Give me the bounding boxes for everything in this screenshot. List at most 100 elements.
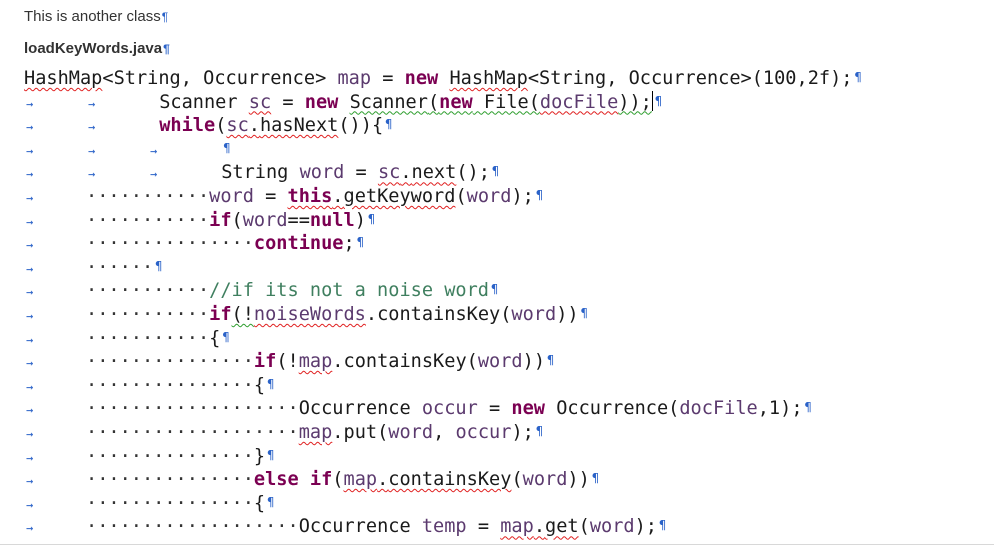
code-token: containsKey (343, 351, 467, 373)
code-token: (! (276, 351, 299, 373)
code-line: → ···············{¶ (24, 373, 862, 397)
pilcrow-mark: ¶ (804, 400, 812, 415)
code-token: map (500, 516, 534, 538)
code-line: → ···················map.put(word, occur)… (24, 420, 862, 444)
pilcrow-mark: ¶ (356, 235, 364, 250)
code-token: ( (427, 91, 440, 113)
code-token: <String, Occurrence> (102, 68, 338, 89)
text-cursor (651, 90, 653, 111)
code-line: → ···················Occurrence temp = ma… (24, 514, 862, 538)
code-token: . (365, 303, 378, 325)
code-token: map (337, 68, 372, 89)
code-token: word (388, 421, 434, 443)
code-token: while (159, 115, 216, 137)
code-token: HashMap (449, 68, 528, 89)
code-line: → ···········if(!noiseWords.containsKey(w… (24, 302, 862, 326)
code-token: } (253, 445, 266, 467)
code-token: . (377, 469, 389, 491)
space-marks: ··········· (86, 303, 210, 325)
space-marks: ··················· (86, 516, 299, 538)
space-marks: ··········· (86, 185, 210, 207)
code-token: put (343, 421, 378, 443)
code-line: → → while(sc.hasNext()){¶ (24, 113, 862, 137)
code-token: getKeyword (343, 185, 456, 207)
pilcrow-mark: ¶ (385, 117, 393, 132)
code-token: = (466, 516, 501, 538)
code-line: → ···········word = this.getKeyword(word)… (24, 184, 862, 208)
code-token: new (511, 398, 546, 420)
code-token: ) (354, 209, 366, 231)
pilcrow-mark: ¶ (223, 140, 231, 155)
code-token: if (209, 303, 232, 325)
code-line: → ···············{¶ (24, 491, 862, 515)
code-token: = (253, 185, 288, 207)
space-marks: ··············· (86, 374, 254, 396)
code-token: docFile (679, 398, 758, 420)
pilcrow-mark: ¶ (491, 164, 500, 179)
pilcrow-mark: ¶ (580, 305, 588, 320)
code-token: occur (421, 398, 478, 420)
code-token: ); (511, 185, 534, 207)
code-token: = (371, 68, 405, 89)
code-line: HashMap<String, Occurrence> map = new Ha… (24, 66, 862, 90)
code-token: . (332, 185, 344, 207)
code-token: ( (578, 516, 590, 538)
code-token: (! (231, 303, 254, 325)
code-token: noiseWords (253, 303, 366, 325)
code-token: Occurrence( (545, 398, 680, 420)
code-token: )) (556, 303, 579, 325)
code-line: → ······ ¶ (24, 255, 862, 279)
pilcrow-mark: ¶ (658, 518, 667, 533)
code-token: ); (511, 421, 534, 443)
code-token: { (253, 492, 266, 514)
code-token: ( (466, 351, 478, 373)
code-token: else (253, 469, 299, 491)
space-marks: ······ (86, 256, 154, 278)
code-block[interactable]: HashMap<String, Occurrence> map = new Ha… (24, 66, 862, 538)
code-token: if (309, 469, 333, 491)
paragraph-filename: loadKeyWords.java¶ (24, 40, 170, 57)
code-token: . (332, 421, 344, 443)
code-token: { (253, 374, 266, 396)
code-line: → ···············else if(map.containsKey(… (24, 467, 862, 491)
code-token: ()){ (338, 115, 384, 137)
pilcrow-mark: ¶ (267, 494, 275, 509)
intro-text: This is another class (24, 8, 161, 25)
code-token: ( (511, 469, 523, 491)
code-token: ( (377, 421, 389, 443)
code-token: temp (421, 516, 467, 538)
code-token: docFile (539, 91, 619, 113)
code-token: (); (456, 162, 490, 184)
space-marks: ··········· (86, 280, 210, 302)
code-token: get (545, 516, 579, 538)
pilcrow-mark: ¶ (163, 42, 170, 56)
code-token: HashMap (24, 68, 103, 89)
pilcrow-mark: ¶ (367, 211, 376, 226)
code-token: containsKey (377, 303, 501, 325)
code-token: ( (231, 209, 243, 231)
code-token: sc (377, 162, 401, 184)
code-token: hasNext (259, 115, 339, 137)
code-line: → ···············if(!map.containsKey(word… (24, 349, 862, 373)
code-token: . (248, 115, 260, 137)
code-token: ; (343, 233, 355, 255)
code-token: )); (618, 91, 652, 113)
code-token: Occurrence (298, 516, 422, 538)
code-token: . (332, 351, 344, 373)
space-marks: ··············· (86, 492, 254, 514)
pilcrow-mark: ¶ (155, 258, 163, 273)
code-token: Scanner (349, 91, 428, 113)
pilcrow-mark: ¶ (591, 471, 600, 486)
code-token: word (589, 516, 635, 538)
code-comment: //if its not a noise word (209, 280, 490, 302)
code-token: ( (215, 115, 227, 137)
code-token: word (209, 185, 254, 207)
code-token: new (304, 91, 339, 113)
pilcrow-mark: ¶ (535, 423, 544, 438)
code-token: occur (455, 421, 512, 443)
code-token: map (298, 351, 333, 373)
code-line: → → Scanner sc = new Scanner(new File(doc… (24, 90, 862, 114)
pilcrow-mark: ¶ (491, 282, 499, 297)
